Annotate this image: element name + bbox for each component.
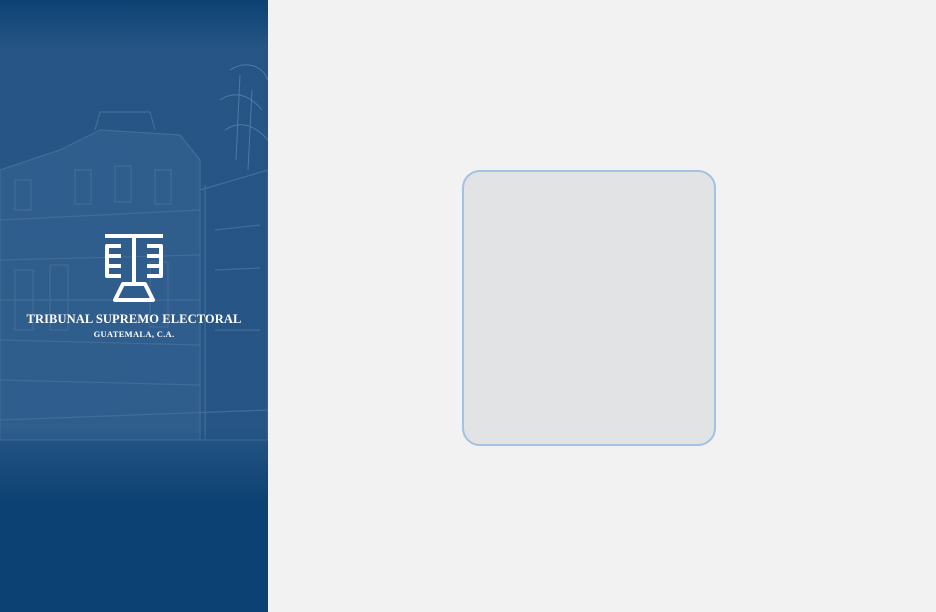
- sidebar-panel: TRIBUNAL SUPREMO ELECTORAL GUATEMALA, C.…: [0, 0, 268, 612]
- tse-logo: TRIBUNAL SUPREMO ELECTORAL GUATEMALA, C.…: [0, 232, 268, 339]
- content-card-placeholder: [462, 170, 716, 446]
- organization-name: TRIBUNAL SUPREMO ELECTORAL: [26, 312, 242, 326]
- organization-location: GUATEMALA, C.A.: [93, 329, 175, 339]
- main-content: [268, 0, 936, 612]
- tse-emblem-icon: [105, 234, 163, 302]
